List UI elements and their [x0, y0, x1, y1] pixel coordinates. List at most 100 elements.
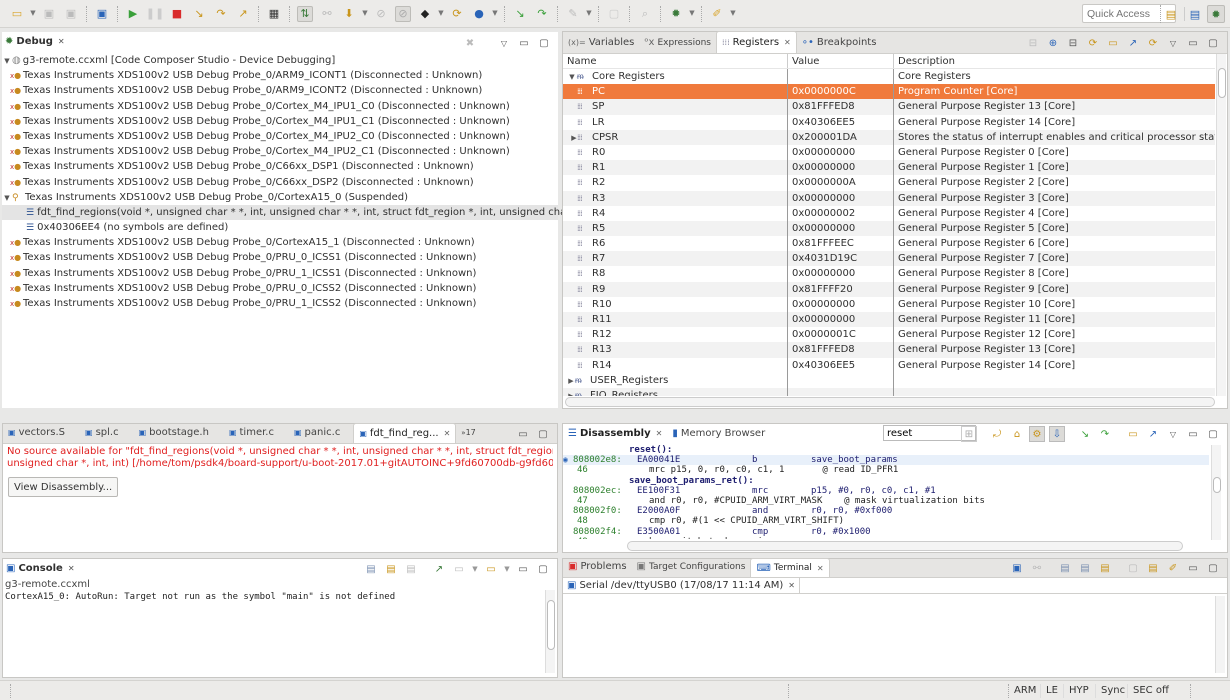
column-header-description[interactable]: Description: [894, 54, 1215, 68]
minimize-icon[interactable]: ▭: [1185, 426, 1201, 442]
tab-registers[interactable]: ⁞⁞⁞ Registers ✕: [716, 31, 797, 53]
collapse-all-icon[interactable]: ⊟: [1025, 35, 1041, 51]
register-value[interactable]: 0x4031D19C: [788, 251, 894, 267]
register-value[interactable]: 0x81FFFEEC: [788, 236, 894, 252]
scroll-thumb[interactable]: [1213, 477, 1221, 493]
register-row[interactable]: ⁞⁞⁞ R10 0x00000000 General Purpose Register…: [563, 296, 1215, 312]
disassembly-instruction[interactable]: 808002ec: EE100F31 mrc p15, #0, r0, c0, c1,…: [563, 486, 1209, 496]
register-value[interactable]: 0x40306EE5: [788, 357, 894, 373]
sync-icon[interactable]: ⟳: [1145, 35, 1161, 51]
disassembly-source-line[interactable]: 48 cmp r0, #(1 << CPUID_ARM_VIRT_SHIFT): [563, 516, 1209, 526]
debug-target[interactable]: x● Texas Instruments XDS100v2 USB Debug P…: [2, 83, 558, 98]
load-program-icon[interactable]: ⬇: [341, 6, 357, 22]
tools-dropdown-icon[interactable]: ▼: [585, 6, 593, 22]
register-row[interactable]: ⁞⁞⁞ R4 0x00000002 General Purpose Register …: [563, 205, 1215, 221]
tab-breakpoints[interactable]: ∘• Breakpoints: [797, 32, 882, 53]
assembly-dropdown-icon[interactable]: ▼: [491, 6, 499, 22]
paste-icon[interactable]: ▤: [1145, 560, 1161, 576]
asm-step-over-icon[interactable]: ↷: [1097, 426, 1113, 442]
editor-tab-spl[interactable]: ▣ spl.c: [80, 422, 124, 443]
register-row[interactable]: ⁞⁞⁞ R2 0x0000000A General Purpose Register …: [563, 175, 1215, 191]
debug-target[interactable]: ▼ ⚲ Texas Instruments XDS100v2 USB Debug P…: [2, 190, 558, 205]
go-to-location-icon[interactable]: ⊞: [961, 426, 977, 442]
home-icon[interactable]: ⌂: [1009, 426, 1025, 442]
console-vscrollbar[interactable]: [545, 590, 555, 673]
assembly-step-into-icon[interactable]: ↘: [512, 6, 528, 22]
register-row[interactable]: ⁞⁞⁞ R14 0x40306EE5 General Purpose Register…: [563, 357, 1215, 373]
connect-target-icon[interactable]: ⇅: [297, 5, 313, 22]
register-value[interactable]: 0x81FFFF20: [788, 281, 894, 297]
disconnect-icon[interactable]: ⚯: [319, 6, 335, 22]
editor-tab-vectors[interactable]: ▣ vectors.S: [3, 422, 70, 443]
debug-target[interactable]: x● Texas Instruments XDS100v2 USB Debug P…: [2, 129, 558, 144]
scroll-thumb[interactable]: [547, 600, 555, 650]
editor-tab-timer[interactable]: ▣ timer.c: [224, 422, 279, 443]
debug-target[interactable]: x● Texas Instruments XDS100v2 USB Debug P…: [2, 159, 558, 174]
editor-tab-bootstage[interactable]: ▣ bootstage.h: [134, 422, 214, 443]
register-row[interactable]: ⁞⁞⁞ R7 0x4031D19C General Purpose Register …: [563, 251, 1215, 267]
stack-frame[interactable]: ☰ 0x40306EE4 (no symbols are defined): [2, 220, 558, 235]
close-icon[interactable]: ✕: [444, 429, 451, 438]
register-row[interactable]: ⁞⁞⁞ PC 0x0000000C Program Counter [Core]: [563, 84, 1215, 100]
tab-memory-browser[interactable]: ▮ Memory Browser: [667, 423, 770, 444]
suspend-icon[interactable]: ❚❚: [146, 6, 164, 22]
open-terminal-icon[interactable]: ▣: [1009, 560, 1025, 576]
register-value[interactable]: 0x00000002: [788, 205, 894, 221]
assembly-step-over-icon[interactable]: ↷: [534, 6, 550, 22]
debug-target[interactable]: x● Texas Instruments XDS100v2 USB Debug P…: [2, 114, 558, 129]
clear-breakpoints-icon[interactable]: ⊘: [395, 5, 411, 22]
memory-map-icon[interactable]: ▦: [266, 6, 282, 22]
terminal-vscrollbar[interactable]: [1215, 596, 1225, 673]
editor-tabs-overflow[interactable]: » 17: [456, 422, 480, 443]
link-with-debug-icon[interactable]: ⚙: [1029, 426, 1045, 442]
disassembly-function-label[interactable]: reset():: [563, 445, 1209, 455]
pin-console-icon[interactable]: ↗: [431, 561, 447, 577]
layout-icon[interactable]: ⊟: [1065, 35, 1081, 51]
build-icon[interactable]: ◆: [417, 6, 433, 22]
minimize-icon[interactable]: ▭: [515, 426, 531, 442]
debug-target[interactable]: x● Texas Instruments XDS100v2 USB Debug P…: [2, 266, 558, 281]
register-row[interactable]: ⁞⁞⁞ R0 0x00000000 General Purpose Register …: [563, 144, 1215, 161]
register-value[interactable]: 0x200001DA: [788, 129, 894, 145]
register-row[interactable]: ⁞⁞⁞ SP 0x81FFFED8 General Purpose Register …: [563, 99, 1215, 115]
register-group-row[interactable]: ▶ᵯ USER_Registers: [563, 372, 1215, 388]
open-console-icon[interactable]: ▭: [483, 561, 499, 577]
maximize-icon[interactable]: ▢: [535, 561, 551, 577]
new-icon[interactable]: ▭: [9, 6, 25, 22]
ccs-debug-perspective-icon[interactable]: ✹: [1207, 5, 1225, 23]
view-disassembly-button[interactable]: View Disassembly...: [8, 477, 119, 497]
debug-target[interactable]: x● Texas Instruments XDS100v2 USB Debug P…: [2, 296, 558, 311]
register-value[interactable]: 0x00000000: [788, 312, 894, 328]
registers-vscrollbar[interactable]: [1216, 54, 1226, 396]
debug-target[interactable]: x● Texas Instruments XDS100v2 USB Debug P…: [2, 175, 558, 190]
debug-target[interactable]: x● Texas Instruments XDS100v2 USB Debug P…: [2, 281, 558, 296]
terminal-session-tab[interactable]: ▣ Serial /dev/ttyUSB0 (17/08/17 11:14 AM…: [563, 577, 800, 594]
open-console-dropdown-icon[interactable]: ▼: [503, 561, 511, 577]
register-value[interactable]: 0x0000001C: [788, 327, 894, 343]
launch-root[interactable]: ▼ ◍ g3-remote.ccxml [Code Composer Studio …: [2, 53, 558, 68]
pin-icon[interactable]: ↗: [1125, 35, 1141, 51]
minimize-icon[interactable]: ▭: [515, 561, 531, 577]
debug-config-dropdown-icon[interactable]: ▼: [688, 6, 696, 22]
skip-breakpoints-icon[interactable]: ⊘: [373, 6, 389, 22]
register-group-row[interactable]: ▶ᵯ FIQ_Registers: [563, 387, 1215, 396]
close-icon[interactable]: ✕: [788, 581, 795, 590]
toggle-command-input-icon[interactable]: ▤: [1097, 560, 1113, 576]
tab-variables[interactable]: (x)= Variables: [563, 32, 639, 53]
step-over-icon[interactable]: ↷: [213, 6, 229, 22]
tab-expressions[interactable]: ᵒx Expressions: [639, 32, 716, 53]
copy-icon[interactable]: ▢: [1125, 560, 1141, 576]
view-menu-icon[interactable]: ▽: [496, 35, 512, 51]
debug-target[interactable]: x● Texas Instruments XDS100v2 USB Debug P…: [2, 144, 558, 159]
display-console-icon[interactable]: ▭: [451, 561, 467, 577]
build-dropdown-icon[interactable]: ▼: [437, 6, 445, 22]
registers-hscrollbar[interactable]: [565, 397, 1215, 407]
register-value[interactable]: 0x81FFFED8: [788, 99, 894, 115]
register-row[interactable]: ⁞⁞⁞ R3 0x00000000 General Purpose Register …: [563, 190, 1215, 206]
register-value[interactable]: 0x00000000: [788, 296, 894, 312]
step-return-icon[interactable]: ↗: [235, 6, 251, 22]
disassembly-source-line[interactable]: 47 and r0, r0, #CPUID_ARM_VIRT_MASK @ mas…: [563, 496, 1209, 506]
register-row[interactable]: ⁞⁞⁞ R8 0x00000000 General Purpose Register …: [563, 266, 1215, 282]
disassembly-instruction[interactable]: 808002f0: E2000A0F and r0, r0, #0xf000: [563, 506, 1209, 516]
register-value[interactable]: 0x00000000: [788, 220, 894, 237]
